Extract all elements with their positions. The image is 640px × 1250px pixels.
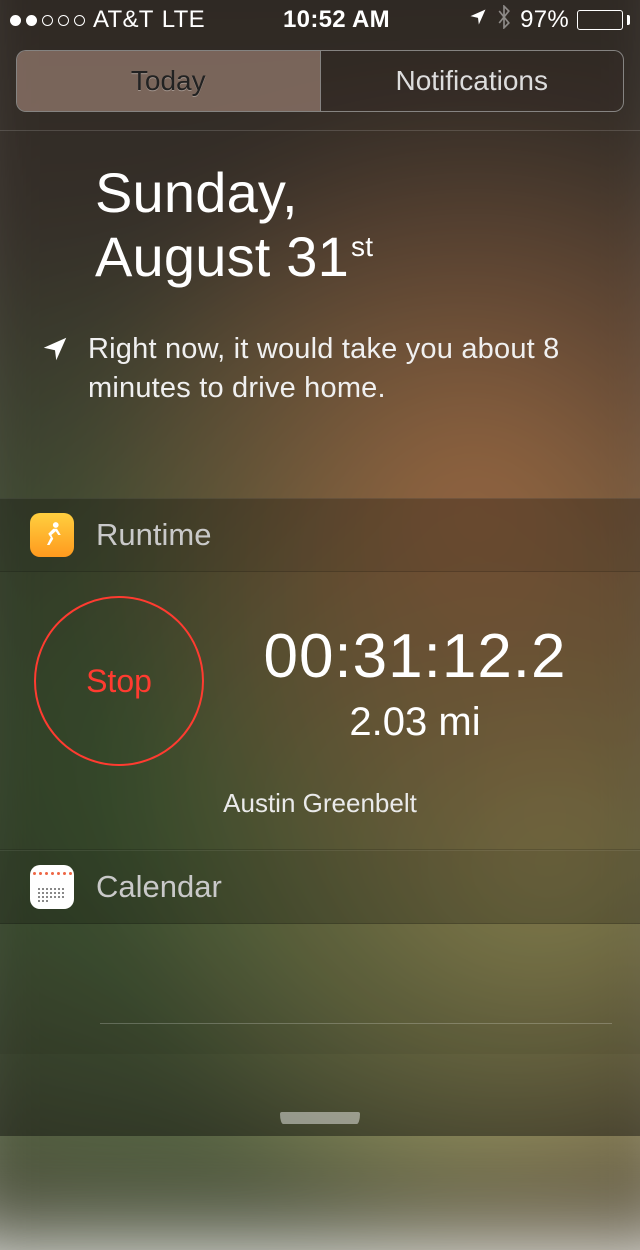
pull-up-grabber[interactable] (0, 1112, 640, 1124)
distance: 2.03 mi (220, 700, 610, 745)
location-icon (468, 6, 488, 34)
view-segmented-control: Today Notifications (16, 50, 624, 112)
battery-pct: 97% (520, 6, 569, 34)
stop-button[interactable]: Stop (34, 596, 204, 766)
status-bar: AT&T LTE 10:52 AM 97% (0, 0, 640, 40)
travel-time-summary: Right now, it would take you about 8 min… (0, 300, 640, 498)
signal-strength-icon (10, 15, 85, 26)
calendar-app-icon (30, 865, 74, 909)
current-date: Sunday, August 31st (95, 161, 602, 290)
travel-time-text: Right now, it would take you about 8 min… (88, 330, 600, 408)
runtime-widget: Stop 00:31:12.2 2.03 mi Austin Greenbelt (0, 572, 640, 850)
tab-today[interactable]: Today (17, 51, 320, 111)
today-header: Sunday, August 31st (0, 131, 640, 300)
widget-title: Calendar (96, 869, 222, 905)
battery-icon (577, 10, 630, 30)
carrier-label: AT&T (93, 6, 154, 34)
widget-header-runtime[interactable]: Runtime (0, 498, 640, 572)
bluetooth-icon (496, 5, 512, 36)
elapsed-time: 00:31:12.2 (220, 621, 610, 692)
route-name: Austin Greenbelt (30, 788, 610, 819)
widget-header-calendar[interactable]: Calendar (0, 850, 640, 924)
tab-notifications[interactable]: Notifications (320, 51, 624, 111)
calendar-widget (0, 924, 640, 1054)
runtime-app-icon (30, 513, 74, 557)
network-type: LTE (162, 6, 205, 34)
widget-title: Runtime (96, 517, 211, 553)
navigation-icon (40, 334, 70, 408)
status-time: 10:52 AM (205, 6, 468, 34)
